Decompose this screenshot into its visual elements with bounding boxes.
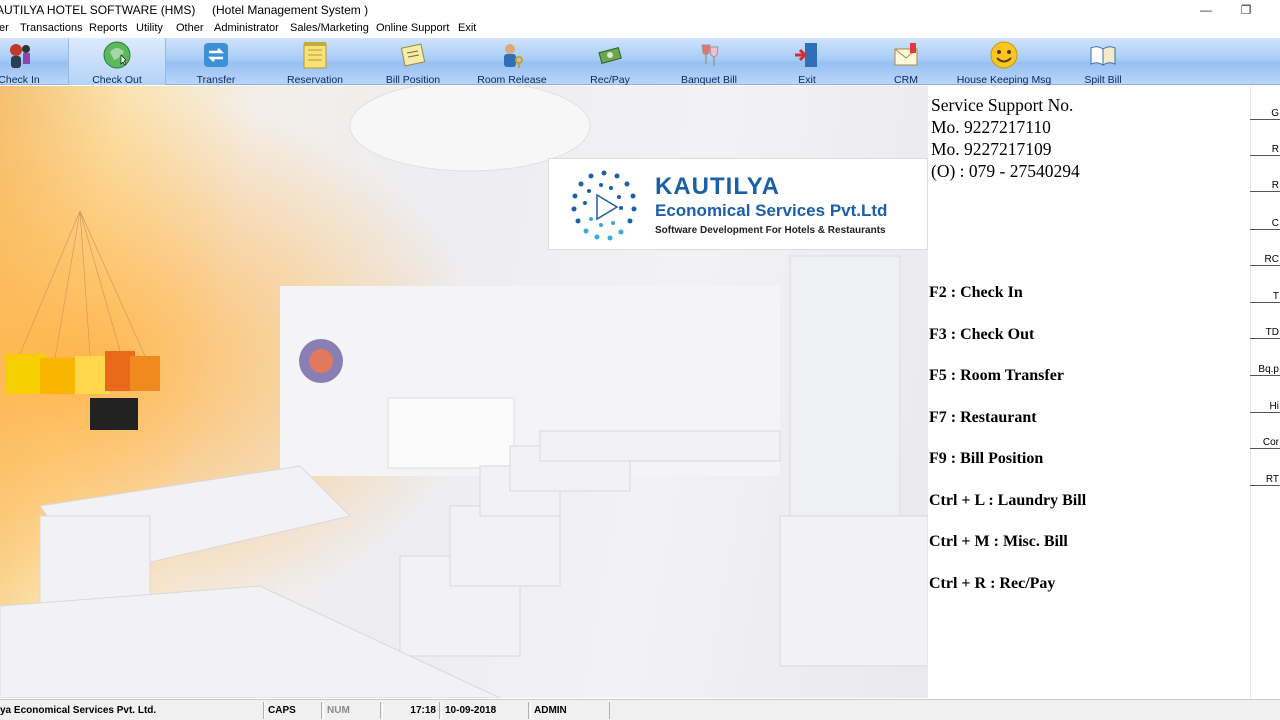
- room-release-label: Room Release: [477, 74, 547, 86]
- menu-administrator[interactable]: Administrator: [214, 22, 279, 34]
- banquet-bill-button[interactable]: Banquet Bill: [660, 38, 758, 86]
- house-keeping-icon: [989, 40, 1019, 70]
- status-bar: ya Economical Services Pvt. Ltd. CAPS NU…: [0, 699, 1280, 720]
- side-button[interactable]: RC: [1250, 254, 1280, 266]
- room-release-icon: [497, 40, 527, 70]
- menu-transactions[interactable]: Transactions: [20, 22, 83, 34]
- transfer-icon: [201, 40, 231, 70]
- company-logo: KAUTILYA Economical Services Pvt.Ltd Sof…: [548, 158, 928, 250]
- shortcut-list: F2 : Check In F3 : Check Out F5 : Room T…: [929, 284, 1086, 616]
- exit-icon: [792, 40, 822, 70]
- menu-sales-marketing[interactable]: Sales/Marketing: [290, 22, 369, 34]
- menu-utility[interactable]: Utility: [136, 22, 163, 34]
- transfer-button[interactable]: Transfer: [167, 38, 265, 86]
- menu-reports[interactable]: Reports: [89, 22, 128, 34]
- status-date: 10-09-2018: [441, 702, 529, 719]
- check-out-icon: [102, 40, 132, 70]
- check-out-label: Check Out: [92, 74, 142, 86]
- window-title: AUTILYA HOTEL SOFTWARE (HMS) (Hotel Mana…: [0, 3, 369, 17]
- rec-pay-label: Rec/Pay: [590, 74, 630, 86]
- bill-position-button[interactable]: Bill Position: [364, 38, 462, 86]
- bill-position-icon: [398, 40, 428, 70]
- side-button[interactable]: R: [1250, 144, 1280, 156]
- reservation-button[interactable]: Reservation: [266, 38, 364, 86]
- crm-icon: [891, 40, 921, 70]
- toolbar: Check In Check Out Transfer Reservation …: [0, 38, 1280, 86]
- crm-button[interactable]: CRM: [857, 38, 955, 86]
- banquet-bill-label: Banquet Bill: [680, 74, 738, 86]
- support-phone-1: Mo. 9227217110: [931, 117, 1051, 137]
- title-bar: AUTILYA HOTEL SOFTWARE (HMS) (Hotel Mana…: [0, 0, 1280, 20]
- side-button-strip: G R R C RC T TD Bq.p Hi Cor RT: [1250, 86, 1280, 698]
- side-button[interactable]: T: [1250, 291, 1280, 303]
- house-keeping-label: House Keeping Msg: [956, 74, 1052, 86]
- reservation-icon: [300, 40, 330, 70]
- reservation-label: Reservation: [286, 74, 344, 86]
- status-num: NUM: [323, 702, 381, 719]
- shortcut-item: F9 : Bill Position: [929, 450, 1044, 467]
- restore-button[interactable]: ❐: [1226, 0, 1266, 20]
- side-button[interactable]: TD: [1250, 327, 1280, 339]
- shortcut-item: F2 : Check In: [929, 284, 1023, 301]
- logo-tagline: Software Development For Hotels & Restau…: [655, 225, 886, 236]
- bill-position-label: Bill Position: [385, 74, 441, 86]
- logo-company-name: KAUTILYA: [655, 173, 780, 200]
- menu-bar: er Transactions Reports Utility Other Ad…: [0, 20, 1280, 38]
- split-bill-label: Spilt Bill: [1084, 74, 1122, 86]
- side-button[interactable]: Hi: [1250, 401, 1280, 413]
- menu-other[interactable]: Other: [176, 22, 204, 34]
- banquet-bill-icon: [694, 40, 724, 70]
- side-button[interactable]: RT: [1250, 474, 1280, 486]
- side-button[interactable]: C: [1250, 218, 1280, 230]
- logo-company-subtitle: Economical Services Pvt.Ltd: [655, 201, 888, 220]
- menu-master[interactable]: er: [0, 22, 9, 34]
- check-in-icon: [4, 40, 34, 70]
- status-company: ya Economical Services Pvt. Ltd.: [0, 702, 264, 719]
- transfer-label: Transfer: [196, 74, 236, 86]
- shortcut-item: Ctrl + R : Rec/Pay: [929, 574, 1056, 592]
- room-release-button[interactable]: Room Release: [463, 38, 561, 86]
- check-out-button[interactable]: Check Out: [68, 38, 166, 86]
- status-time: 17:18: [382, 702, 440, 719]
- crm-label: CRM: [894, 74, 918, 86]
- rec-pay-icon: [595, 40, 625, 70]
- shortcut-item: Ctrl + M : Misc. Bill: [929, 533, 1068, 550]
- rec-pay-button[interactable]: Rec/Pay: [561, 38, 659, 86]
- shortcut-item: Ctrl + L : Laundry Bill: [929, 491, 1087, 509]
- support-office-phone: (O) : 079 - 27540294: [931, 161, 1080, 181]
- exit-button[interactable]: Exit: [758, 38, 856, 86]
- shortcut-item: F7 : Restaurant: [929, 408, 1037, 426]
- side-button[interactable]: Cor: [1250, 437, 1280, 449]
- house-keeping-button[interactable]: House Keeping Msg: [955, 38, 1053, 86]
- side-button[interactable]: R: [1250, 180, 1280, 192]
- logo-mark-icon: [571, 170, 637, 241]
- status-user: ADMIN: [530, 702, 610, 719]
- split-bill-icon: [1088, 40, 1118, 70]
- shortcut-item: F5 : Room Transfer: [929, 367, 1064, 384]
- status-caps: CAPS: [264, 702, 322, 719]
- side-button[interactable]: G: [1250, 108, 1280, 120]
- support-heading: Service Support No.: [931, 95, 1074, 115]
- check-in-button[interactable]: Check In: [0, 38, 68, 86]
- side-button[interactable]: Bq.p: [1250, 364, 1280, 376]
- check-in-label: Check In: [0, 74, 40, 86]
- menu-online-support[interactable]: Online Support: [376, 22, 449, 34]
- support-phone-2: Mo. 9227217109: [931, 139, 1052, 159]
- exit-label: Exit: [798, 74, 816, 86]
- service-support: Service Support No. Mo. 9227217110 Mo. 9…: [931, 94, 1080, 182]
- shortcut-item: F3 : Check Out: [929, 325, 1035, 343]
- menu-exit[interactable]: Exit: [458, 22, 476, 34]
- split-bill-button[interactable]: Spilt Bill: [1054, 38, 1152, 86]
- minimize-button[interactable]: —: [1186, 0, 1226, 20]
